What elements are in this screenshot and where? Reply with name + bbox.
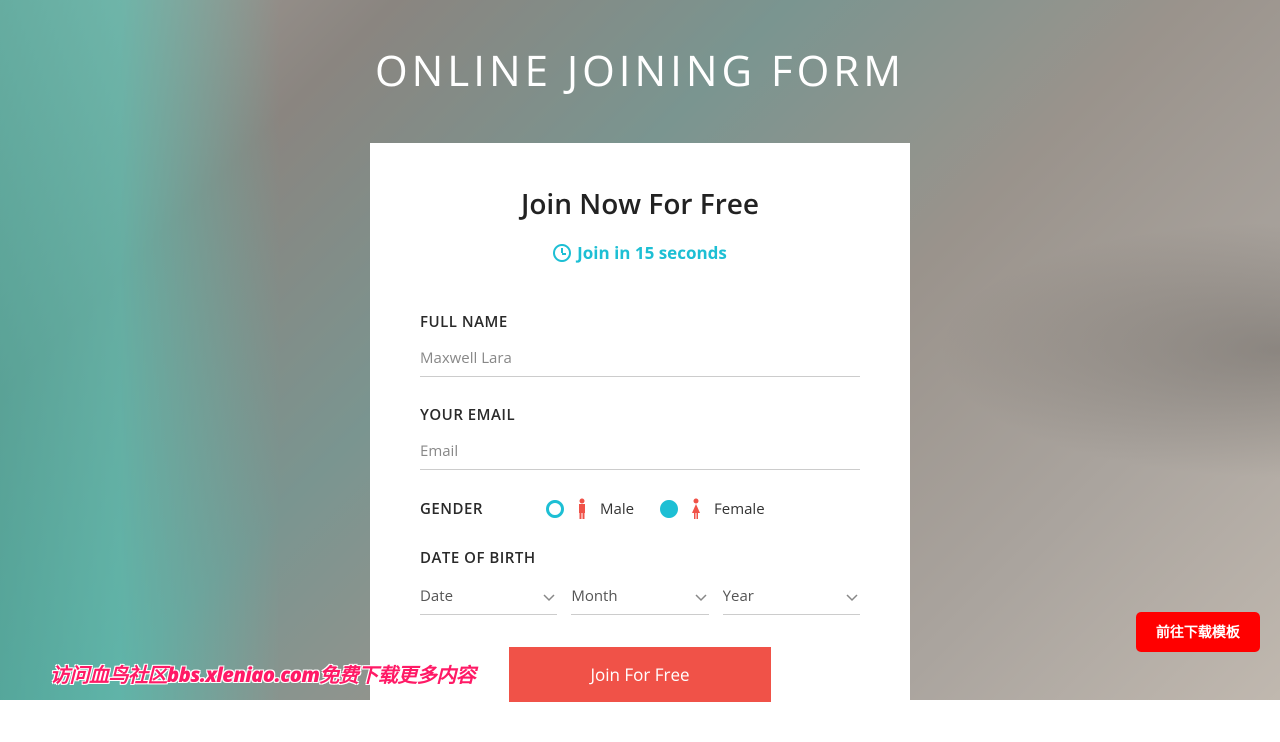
email-input[interactable] bbox=[420, 435, 860, 470]
card-subtitle-text: Join in 15 seconds bbox=[577, 241, 727, 264]
form-card: Join Now For Free Join in 15 seconds FUL… bbox=[370, 143, 910, 742]
page-title: ONLINE JOINING FORM bbox=[0, 0, 1280, 99]
dob-label: DATE OF BIRTH bbox=[420, 548, 860, 568]
fullname-label: FULL NAME bbox=[420, 312, 860, 332]
card-subtitle: Join in 15 seconds bbox=[420, 241, 860, 264]
gender-group: GENDER Male Female bbox=[420, 498, 860, 520]
email-label: YOUR EMAIL bbox=[420, 405, 860, 425]
email-group: YOUR EMAIL bbox=[420, 405, 860, 470]
male-label: Male bbox=[600, 499, 634, 519]
date-select-wrap: Date bbox=[420, 578, 557, 615]
dob-selects-row: Date Month Year bbox=[420, 578, 860, 615]
year-select-wrap: Year bbox=[723, 578, 860, 615]
radio-icon bbox=[660, 500, 678, 518]
month-select[interactable]: Month bbox=[571, 578, 708, 614]
watermark-text: 访问血鸟社区bbs.xleniao.com免费下载更多内容 bbox=[50, 659, 475, 688]
background-left-accent bbox=[0, 0, 400, 700]
fullname-input[interactable] bbox=[420, 342, 860, 377]
fullname-group: FULL NAME bbox=[420, 312, 860, 377]
month-select-wrap: Month bbox=[571, 578, 708, 615]
female-label: Female bbox=[714, 499, 765, 519]
year-select[interactable]: Year bbox=[723, 578, 860, 614]
radio-icon bbox=[546, 500, 564, 518]
clock-icon bbox=[553, 244, 571, 262]
gender-male-radio[interactable]: Male bbox=[546, 498, 634, 520]
male-icon bbox=[573, 498, 591, 520]
download-template-button[interactable]: 前往下载模板 bbox=[1136, 612, 1260, 652]
dob-group: DATE OF BIRTH Date Month bbox=[420, 548, 860, 615]
gender-label: GENDER bbox=[420, 499, 520, 519]
card-title: Join Now For Free bbox=[420, 185, 860, 223]
gender-female-radio[interactable]: Female bbox=[660, 498, 765, 520]
female-icon bbox=[687, 498, 705, 520]
submit-button[interactable]: Join For Free bbox=[509, 647, 771, 702]
background-right-accent bbox=[880, 200, 1280, 500]
form-fields: FULL NAME YOUR EMAIL GENDER Male bbox=[420, 312, 860, 702]
date-select[interactable]: Date bbox=[420, 578, 557, 614]
